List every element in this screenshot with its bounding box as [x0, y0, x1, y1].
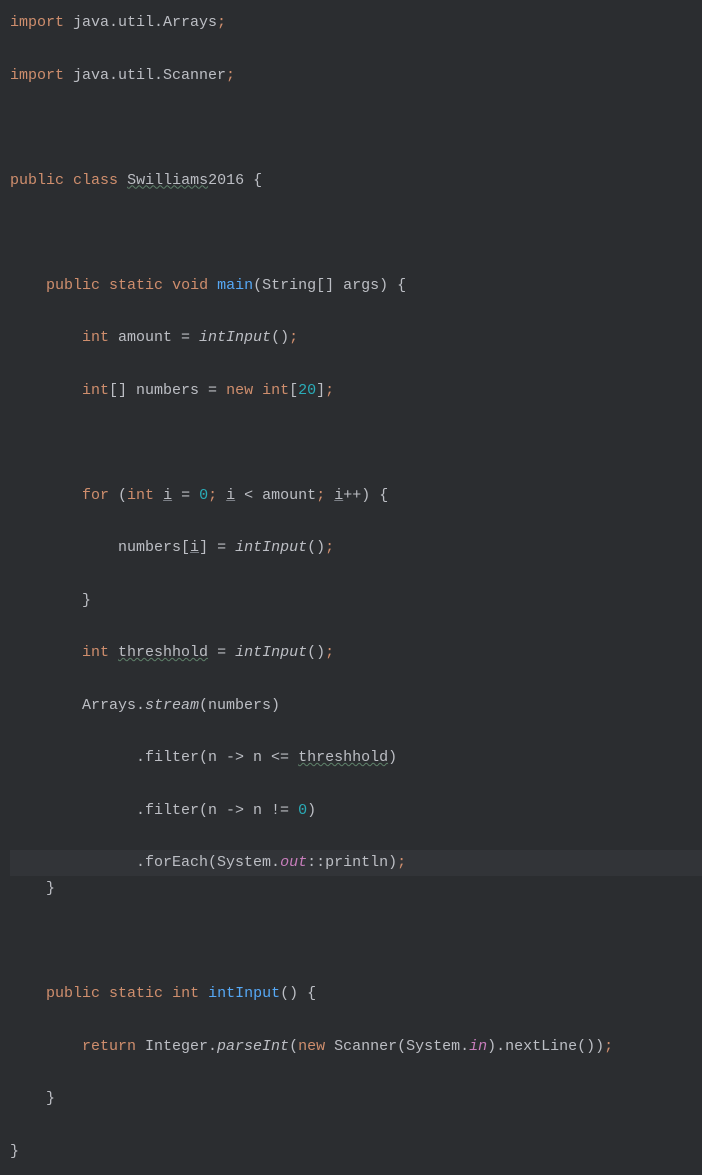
code-editor: import java.util.Arrays; import java.uti…	[0, 0, 702, 1175]
